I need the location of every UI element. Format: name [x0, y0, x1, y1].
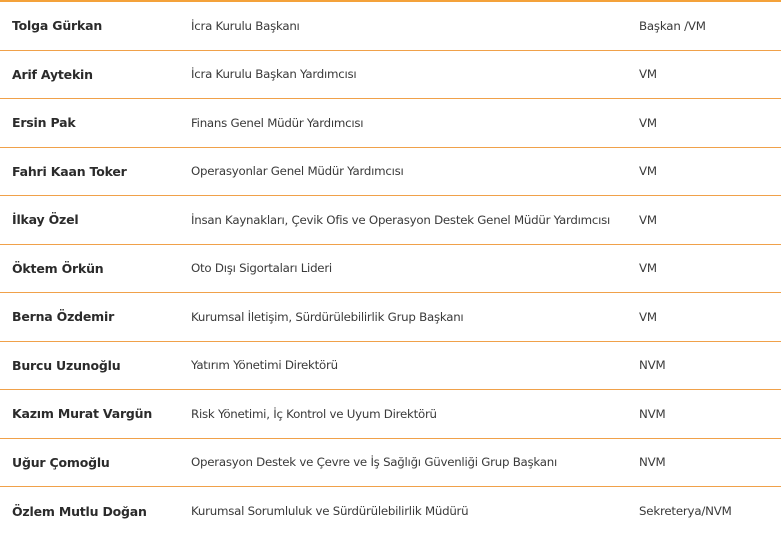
member-role: Yatırım Yönetimi Direktörü — [191, 358, 338, 373]
member-role: İcra Kurulu Başkanı — [191, 18, 300, 33]
member-name: Burcu Uzunoğlu — [12, 357, 121, 373]
table-row: Tolga Gürkan İcra Kurulu Başkanı Başkan /V… — [0, 2, 781, 51]
member-role: Kurumsal İletişim, Sürdürülebilirlik Gru… — [191, 309, 464, 324]
member-name: Ersin Pak — [12, 115, 76, 131]
member-name: Tolga Gürkan — [12, 18, 103, 34]
member-role: Risk Yönetimi, İç Kontrol ve Uyum Direkt… — [191, 406, 437, 421]
table-row: Özlem Mutlu Doğan Kurumsal Sorumluluk ve … — [0, 487, 781, 536]
member-name: Arif Aytekin — [12, 66, 93, 82]
table-body: Tolga Gürkan İcra Kurulu Başkanı Başkan /V… — [0, 2, 781, 536]
table-row: Ersin Pak Finans Genel Müdür Yardımcısı VM — [0, 99, 781, 148]
member-name: Öktem Örkün — [12, 260, 104, 276]
table-row: Öktem Örkün Oto Dışı Sigortaları Lideri VM — [0, 245, 781, 293]
member-status: NVM — [639, 455, 666, 470]
member-status: VM — [639, 212, 657, 227]
member-role: Finans Genel Müdür Yardımcısı — [191, 115, 364, 130]
member-role: Oto Dışı Sigortaları Lideri — [191, 261, 332, 276]
member-role: İcra Kurulu Başkan Yardımcısı — [191, 67, 357, 82]
member-name: Özlem Mutlu Doğan — [12, 503, 147, 519]
board-members-table: Tolga Gürkan İcra Kurulu Başkanı Başkan /V… — [0, 0, 781, 536]
member-status: VM — [639, 67, 657, 82]
table-row: Kazım Murat Vargün Risk Yönetimi, İç Kont… — [0, 390, 781, 439]
table-row: Burcu Uzunoğlu Yatırım Yönetimi Direktörü… — [0, 342, 781, 390]
member-role: Operasyonlar Genel Müdür Yardımcısı — [191, 164, 404, 179]
table-row: Fahri Kaan Toker Operasyonlar Genel Müdür… — [0, 148, 781, 196]
member-status: NVM — [639, 406, 666, 421]
member-status: VM — [639, 164, 657, 179]
member-status: Sekreterya/NVM — [639, 504, 732, 519]
member-status: VM — [639, 309, 657, 324]
member-name: Berna Özdemir — [12, 309, 115, 325]
member-role: Kurumsal Sorumluluk ve Sürdürülebilirlik… — [191, 504, 469, 519]
table-row: İlkay Özel İnsan Kaynakları, Çevik Ofis v… — [0, 196, 781, 245]
table-row: Arif Aytekin İcra Kurulu Başkan Yardımcıs… — [0, 51, 781, 99]
table-row: Berna Özdemir Kurumsal İletişim, Sürdürül… — [0, 293, 781, 342]
table-row: Uğur Çomoğlu Operasyon Destek ve Çevre ve… — [0, 439, 781, 487]
member-status: Başkan /VM — [639, 18, 706, 33]
member-status: VM — [639, 115, 657, 130]
member-status: VM — [639, 261, 657, 276]
member-name: Fahri Kaan Toker — [12, 163, 127, 179]
member-name: Kazım Murat Vargün — [12, 406, 153, 422]
member-status: NVM — [639, 358, 666, 373]
member-role: İnsan Kaynakları, Çevik Ofis ve Operasyo… — [191, 212, 611, 227]
member-name: Uğur Çomoğlu — [12, 454, 110, 470]
member-role: Operasyon Destek ve Çevre ve İş Sağlığı … — [191, 455, 558, 470]
member-name: İlkay Özel — [12, 212, 79, 228]
